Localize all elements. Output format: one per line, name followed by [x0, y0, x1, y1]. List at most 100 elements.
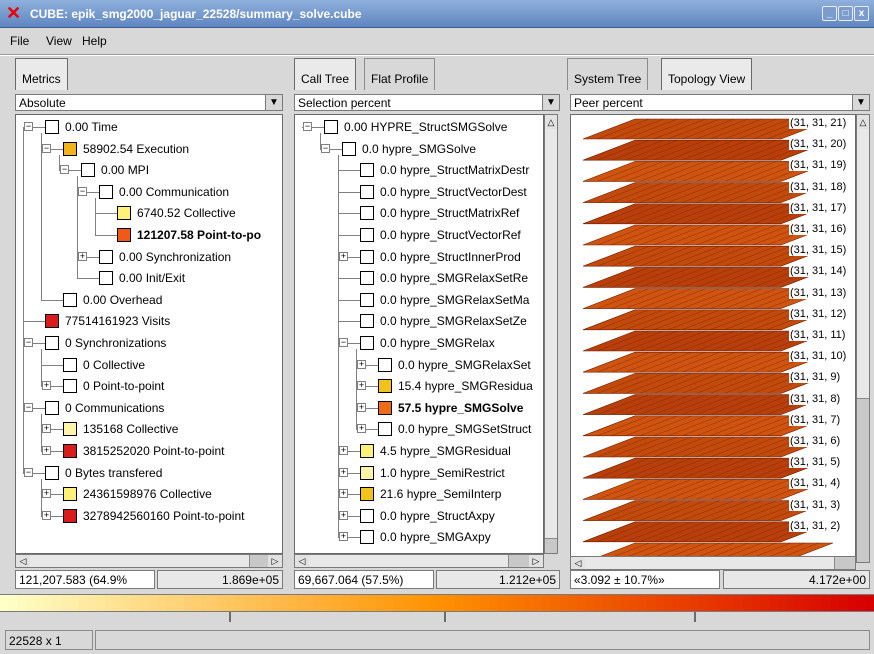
tree-row[interactable]: +0.0 hypre_StructInnerProd	[295, 247, 543, 268]
scroll-thumb[interactable]	[857, 129, 869, 399]
tab-flat-profile[interactable]: Flat Profile	[364, 58, 436, 90]
tree-row[interactable]: +0.0 hypre_StructAxpy	[295, 506, 543, 527]
tree-row[interactable]: +135168 Collective	[16, 419, 282, 440]
tree-row[interactable]: +57.5 hypre_SMGSolve	[295, 398, 543, 419]
scroll-thumb[interactable]	[309, 555, 509, 567]
expand-icon[interactable]: +	[42, 424, 51, 434]
menu-file[interactable]: File	[10, 34, 29, 48]
tree-row[interactable]: 0.0 hypre_SMGRelaxSetZe	[295, 311, 543, 332]
collapse-icon[interactable]: −	[321, 143, 330, 153]
tab-system-tree[interactable]: System Tree	[567, 58, 649, 90]
expand-icon[interactable]: +	[339, 251, 348, 261]
expand-icon[interactable]: +	[339, 489, 348, 499]
expand-icon[interactable]: +	[357, 402, 366, 412]
tree-row[interactable]: − 0.00 Time	[16, 117, 282, 138]
scroll-thumb[interactable]	[585, 557, 835, 569]
scroll-thumb[interactable]	[545, 129, 557, 539]
expand-icon[interactable]: +	[357, 424, 366, 434]
tree-row[interactable]: +1.0 hypre_SemiRestrict	[295, 463, 543, 484]
tree-row[interactable]: − 0.0 hypre_SMGSolve	[295, 139, 543, 160]
expand-icon[interactable]: +	[339, 467, 348, 477]
topology-view[interactable]: (31, 31, 21) (31, 31, 20) (31, 31, 19) (31,…	[570, 114, 856, 563]
dropdown-arrow-icon[interactable]: ▼	[852, 95, 869, 110]
dropdown-arrow-icon[interactable]: ▼	[265, 95, 282, 110]
tree-row[interactable]: +0 Point-to-point	[16, 376, 282, 397]
scroll-up-icon[interactable]: △	[857, 115, 869, 129]
tree-row[interactable]: +0.0 hypre_SMGRelaxSet	[295, 355, 543, 376]
collapse-icon[interactable]: −	[60, 165, 69, 175]
collapse-icon[interactable]: −	[339, 338, 348, 347]
tree-row[interactable]: +24361598976 Collective	[16, 484, 282, 505]
tree-row[interactable]: 6740.52 Collective	[16, 203, 282, 224]
close-button[interactable]: x	[854, 6, 869, 21]
expand-icon[interactable]: +	[42, 446, 51, 455]
expand-icon[interactable]: +	[42, 489, 51, 499]
call-vscrollbar[interactable]: △	[544, 114, 558, 554]
minimize-button[interactable]: _	[822, 6, 837, 21]
tree-row[interactable]: +0.0 hypre_SMGAxpy	[295, 527, 543, 548]
tree-row[interactable]: +0.0 hypre_SMGSetStruct	[295, 419, 543, 440]
tree-row[interactable]: 0.0 hypre_StructMatrixDestr	[295, 160, 543, 181]
tree-row[interactable]: − 0.0 hypre_SMGRelax	[295, 333, 543, 354]
metric-hscrollbar[interactable]: ◁ ▷	[15, 554, 283, 568]
tree-row[interactable]: +3815252020 Point-to-point	[16, 441, 282, 462]
tree-row[interactable]: 0.0 hypre_StructVectorRef	[295, 225, 543, 246]
expand-icon[interactable]: +	[339, 446, 348, 455]
tree-row[interactable]: − 0 Communications	[16, 398, 282, 419]
system-mode-select[interactable]: Peer percent ▼	[570, 94, 870, 111]
tree-row[interactable]: − 0 Synchronizations	[16, 333, 282, 354]
collapse-icon[interactable]: −	[24, 467, 33, 477]
expand-icon[interactable]: +	[78, 251, 87, 261]
tree-row[interactable]: 121207.58 Point-to-po	[16, 225, 282, 246]
expand-icon[interactable]: +	[357, 381, 366, 391]
scroll-right-icon[interactable]: ▷	[268, 555, 282, 567]
tree-row[interactable]: − 0.00 MPI	[16, 160, 282, 181]
expand-icon[interactable]: +	[339, 510, 348, 520]
tree-row[interactable]: 77514161923 Visits	[16, 311, 282, 332]
tree-row[interactable]: − 0.00 Communication	[16, 182, 282, 203]
scroll-left-icon[interactable]: ◁	[571, 557, 585, 569]
expand-icon[interactable]: +	[339, 532, 348, 542]
maximize-button[interactable]: □	[838, 6, 853, 21]
tree-row[interactable]: − 0.00 HYPRE_StructSMGSolve	[295, 117, 543, 138]
tab-topology-view[interactable]: Topology View	[661, 58, 753, 90]
tree-row[interactable]: +21.6 hypre_SemiInterp	[295, 484, 543, 505]
tree-row[interactable]: 0.00 Init/Exit	[16, 268, 282, 289]
collapse-icon[interactable]: −	[42, 143, 51, 153]
collapse-icon[interactable]: −	[303, 122, 312, 131]
metric-mode-select[interactable]: Absolute ▼	[15, 94, 283, 111]
collapse-icon[interactable]: −	[24, 402, 33, 412]
tree-row[interactable]: 0.0 hypre_StructMatrixRef	[295, 203, 543, 224]
topology-vscrollbar[interactable]: △	[856, 114, 870, 563]
expand-icon[interactable]: +	[42, 510, 51, 520]
tree-row[interactable]: − 58902.54 Execution	[16, 139, 282, 160]
tab-metrics[interactable]: Metrics	[15, 58, 68, 90]
topology-hscrollbar[interactable]: ◁	[570, 556, 856, 570]
scroll-thumb[interactable]	[30, 555, 250, 567]
call-mode-select[interactable]: Selection percent ▼	[294, 94, 560, 111]
tree-row[interactable]: 0.0 hypre_SMGRelaxSetRe	[295, 268, 543, 289]
tree-row[interactable]: 0.0 hypre_StructVectorDest	[295, 182, 543, 203]
call-hscrollbar[interactable]: ◁ ▷	[294, 554, 544, 568]
collapse-icon[interactable]: −	[24, 122, 33, 131]
tree-row[interactable]: +4.5 hypre_SMGResidual	[295, 441, 543, 462]
title-bar[interactable]: ✕ CUBE: epik_smg2000_jaguar_22528/summar…	[0, 0, 874, 28]
scroll-up-icon[interactable]: △	[545, 115, 557, 129]
tree-row[interactable]: +3278942560160 Point-to-point	[16, 506, 282, 527]
tab-call-tree[interactable]: Call Tree	[294, 58, 357, 90]
dropdown-arrow-icon[interactable]: ▼	[542, 95, 559, 110]
collapse-icon[interactable]: −	[78, 186, 87, 196]
tree-row[interactable]: − 0 Bytes transfered	[16, 463, 282, 484]
scroll-right-icon[interactable]: ▷	[529, 555, 543, 567]
tree-row[interactable]: 0.00 Overhead	[16, 290, 282, 311]
collapse-icon[interactable]: −	[24, 338, 33, 347]
scroll-left-icon[interactable]: ◁	[16, 555, 30, 567]
expand-icon[interactable]: +	[357, 359, 366, 369]
tree-row[interactable]: +0.00 Synchronization	[16, 247, 282, 268]
tree-row[interactable]: 0 Collective	[16, 355, 282, 376]
tree-row[interactable]: 0.0 hypre_SMGRelaxSetMa	[295, 290, 543, 311]
tree-row[interactable]: +15.4 hypre_SMGResidua	[295, 376, 543, 397]
expand-icon[interactable]: +	[42, 381, 51, 391]
menu-view[interactable]: View	[46, 34, 72, 48]
menu-help[interactable]: Help	[82, 34, 107, 48]
